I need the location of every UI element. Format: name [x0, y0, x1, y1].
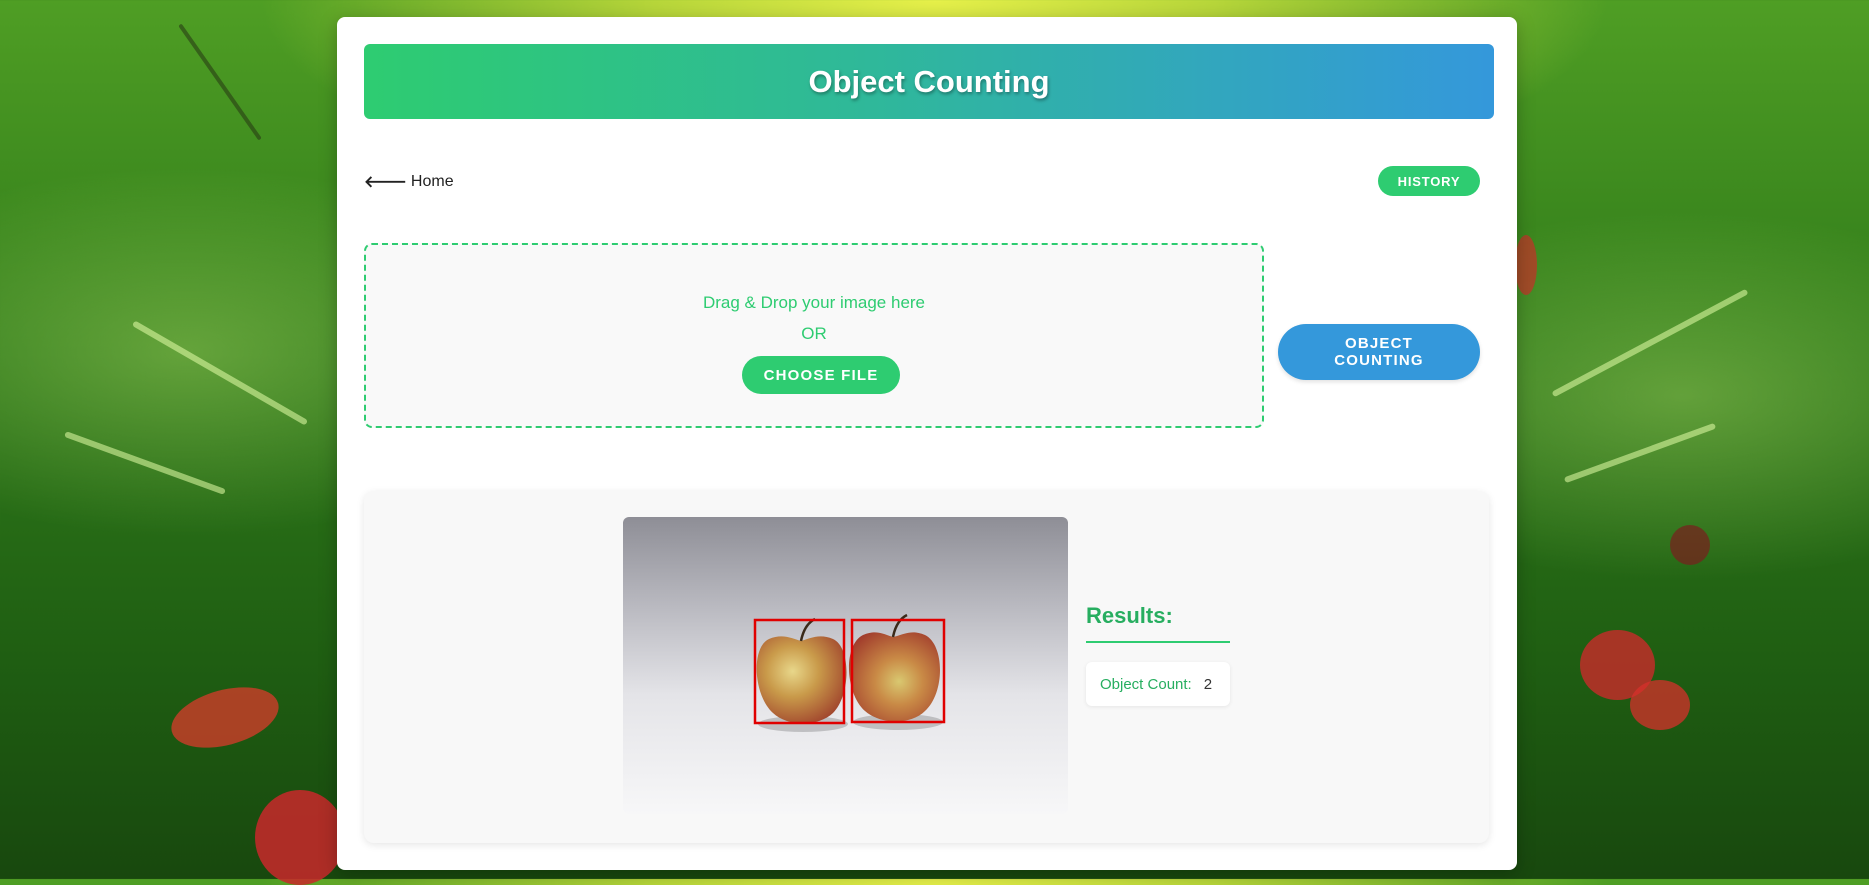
- page-header: Object Counting: [364, 44, 1494, 119]
- apple-left: [756, 636, 847, 724]
- background-decoration: [164, 676, 286, 759]
- object-counting-label-line2: COUNTING: [1334, 352, 1424, 369]
- home-link[interactable]: 🡐 Home: [364, 171, 454, 192]
- history-button[interactable]: HISTORY: [1378, 166, 1480, 196]
- image-dropzone[interactable]: Drag & Drop your image here OR CHOOSE FI…: [364, 243, 1264, 428]
- drag-drop-text: Drag & Drop your image here: [702, 293, 926, 312]
- apple-right: [848, 632, 940, 722]
- choose-file-button[interactable]: CHOOSE FILE: [742, 356, 900, 394]
- results-divider: [1086, 641, 1230, 643]
- background-decoration: [255, 790, 345, 885]
- background-decoration: [1515, 235, 1537, 295]
- object-counting-button[interactable]: OBJECT COUNTING: [1278, 324, 1480, 380]
- page-title: Object Counting: [808, 63, 1050, 99]
- background-decoration: [1670, 525, 1710, 565]
- background-decoration: [1563, 422, 1717, 484]
- object-count-box: Object Count: 2: [1086, 662, 1230, 706]
- background-decoration: [178, 23, 262, 141]
- result-panel: Results: Object Count: 2: [364, 491, 1489, 843]
- main-card: Object Counting 🡐 Home HISTORY Drag & Dr…: [337, 17, 1517, 870]
- background-decoration: [1580, 630, 1655, 700]
- apples-illustration: [753, 613, 946, 732]
- background-decoration: [131, 320, 309, 426]
- result-image: [623, 517, 1068, 814]
- object-counting-label-line1: OBJECT: [1344, 335, 1414, 352]
- object-count-value: 2: [1203, 675, 1213, 693]
- background-decoration: [1551, 288, 1749, 398]
- arrow-left-icon: 🡐: [364, 174, 407, 191]
- object-count-label: Object Count:: [1100, 675, 1192, 693]
- background-decoration: [64, 431, 226, 495]
- or-separator: OR: [801, 324, 827, 343]
- background-decoration: [1630, 680, 1690, 730]
- results-title: Results:: [1086, 603, 1173, 628]
- home-link-label: Home: [410, 172, 454, 190]
